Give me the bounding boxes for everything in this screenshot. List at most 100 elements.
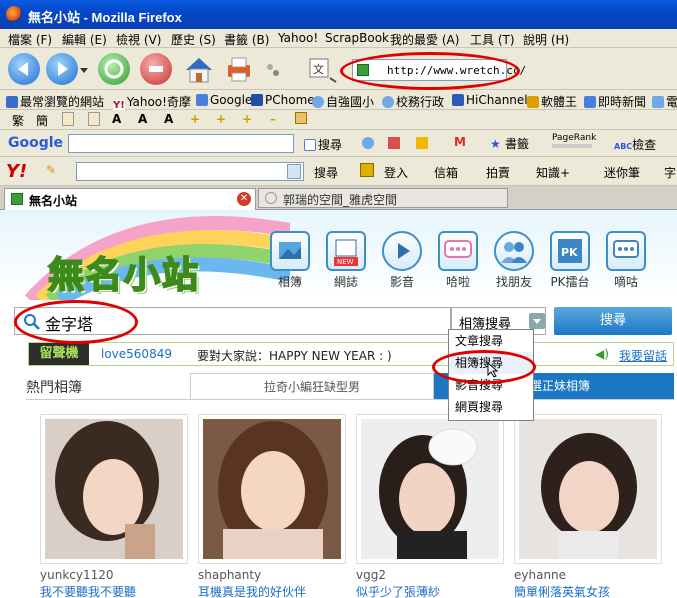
text-s-icon[interactable] (88, 112, 100, 126)
menu-bar: 檔案 (F) 編輯 (E) 檢視 (V) 歷史 (S) 書籤 (B) Yahoo… (0, 29, 677, 48)
tab-hot-guys[interactable]: 拉奇小編狂缺型男 (190, 373, 434, 399)
bookmark-school[interactable]: 自強國小 (312, 93, 374, 110)
site-logo[interactable]: 無名小站 (47, 246, 200, 298)
text-tools-toolbar: 繁 簡 A A A + + + – (0, 110, 677, 130)
bookmark-most-visited[interactable]: 最常瀏覽的網站 (6, 93, 104, 110)
google-logo[interactable]: Google (8, 135, 63, 151)
album-thumbnail[interactable] (514, 414, 662, 564)
option-web[interactable]: 網頁搜尋 (449, 396, 533, 418)
forward-button[interactable] (46, 53, 78, 85)
nav-album[interactable]: 相簿 (265, 231, 315, 290)
bookmark-google[interactable]: Google (196, 93, 252, 107)
throbber-icon (266, 63, 280, 77)
zoom-out-icon[interactable]: – (270, 112, 276, 126)
bookmark-admin[interactable]: 校務行政 (382, 93, 444, 110)
close-tab-icon[interactable]: ✕ (237, 192, 251, 206)
zoom-in-icon[interactable]: + (190, 112, 200, 126)
yahoo-login-button[interactable]: 登入 (384, 164, 408, 181)
menu-favorites[interactable]: 我的最愛 (A) (390, 31, 459, 48)
album-thumbnail[interactable] (356, 414, 504, 564)
shout-user-link[interactable]: love560849 (101, 347, 172, 361)
pk-arena-icon: PK (550, 231, 590, 271)
shout-message: 要對大家說：HAPPY NEW YEAR : ) (197, 349, 392, 363)
menu-help[interactable]: 說明 (H) (523, 31, 569, 48)
print-button[interactable] (222, 53, 256, 85)
trad-chinese-button[interactable]: 繁 (12, 112, 24, 129)
nav-chat[interactable]: 哈啦 (433, 231, 483, 290)
album-thumbnail[interactable] (40, 414, 188, 564)
album-card[interactable]: shaphanty 耳機真是我的好伙伴 (198, 414, 346, 598)
leave-message-link[interactable]: 我要留話 (619, 347, 667, 364)
text-t-icon[interactable] (62, 112, 74, 126)
nav-pk-arena[interactable]: PK PK擂台 (545, 231, 595, 290)
bookmark-hichannel[interactable]: HiChannel (452, 93, 528, 107)
history-dropdown-icon[interactable] (80, 68, 88, 73)
reload-button[interactable] (98, 53, 130, 85)
simp-chinese-button[interactable]: 簡 (36, 112, 48, 129)
font-smaller-icon[interactable]: A (138, 112, 147, 126)
google-search-input[interactable] (68, 134, 294, 153)
spellcheck-button[interactable]: ABC檢查 (614, 136, 656, 153)
search-input[interactable]: 金字塔 (14, 307, 451, 335)
portrait-photo (361, 419, 499, 559)
bookmark-pchome[interactable]: PChome (251, 93, 315, 107)
google-search-button[interactable]: 搜尋 (304, 136, 342, 153)
nav-video[interactable]: 影音 (377, 231, 427, 290)
yahoo-logo-icon[interactable]: Y! (6, 161, 27, 182)
google-news-icon[interactable] (362, 137, 374, 149)
menu-tools[interactable]: 工具 (T) (470, 31, 515, 48)
yahoo-knowledge-button[interactable]: 知識+ (536, 164, 570, 181)
nav-find-friends[interactable]: 找朋友 (489, 231, 539, 290)
menu-file[interactable]: 檔案 (F) (8, 31, 52, 48)
eraser-icon[interactable] (295, 112, 307, 124)
google-bookmarks-button[interactable]: ★ 書籤 (490, 135, 529, 152)
home-button[interactable] (182, 53, 216, 85)
speaker-icon: ◀) (595, 347, 609, 361)
menu-edit[interactable]: 編輯 (E) (62, 31, 107, 48)
option-article[interactable]: 文章搜尋 (449, 330, 533, 352)
translate-button[interactable]: 文 (306, 56, 338, 84)
yahoo-search-input[interactable] (76, 162, 304, 181)
reload-icon (104, 59, 124, 79)
address-url: http://www.wretch.cc/ (387, 64, 527, 77)
portrait-photo (203, 419, 341, 559)
tab-yahoo-space[interactable]: 郭瑞的空間_雅虎空間 (258, 188, 508, 208)
chevron-down-icon[interactable] (287, 164, 301, 179)
yahoo-shield-icon[interactable] (360, 163, 374, 177)
font-larger-icon[interactable]: A (112, 112, 121, 126)
nav-murmur[interactable]: 嘀咕 (601, 231, 651, 290)
yahoo-pencil-icon[interactable]: ✎ (46, 163, 56, 177)
yahoo-auction-button[interactable]: 拍賣 (486, 164, 510, 181)
chevron-down-icon[interactable] (529, 313, 545, 329)
gmail-icon[interactable]: M (454, 135, 466, 149)
nav-blog[interactable]: NEW 網誌 (321, 231, 371, 290)
address-bar[interactable]: http://www.wretch.cc/ (352, 59, 526, 81)
yahoo-dict-button[interactable]: 字 (664, 164, 676, 181)
zoom-in-s-icon[interactable]: + (242, 112, 252, 126)
menu-scrapbook[interactable]: ScrapBook (325, 31, 389, 45)
menu-bookmarks[interactable]: 書籤 (B) (224, 31, 269, 48)
album-thumbnail[interactable] (198, 414, 346, 564)
bookmark-software[interactable]: 軟體王 (527, 93, 577, 110)
yahoo-mail-button[interactable]: 信箱 (434, 164, 458, 181)
tab-wretch[interactable]: 無名小站 ✕ (4, 188, 256, 210)
font-reset-icon[interactable]: A (164, 112, 173, 126)
album-card[interactable]: vgg2 似乎少了張薄紗 (356, 414, 504, 598)
yahoo-search-button[interactable]: 搜尋 (314, 164, 338, 181)
menu-history[interactable]: 歷史 (S) (171, 31, 216, 48)
menu-yahoo[interactable]: Yahoo! (278, 31, 318, 45)
back-button[interactable] (8, 53, 40, 85)
stop-button[interactable] (140, 53, 172, 85)
search-query: 金字塔 (45, 315, 94, 334)
zoom-in-t-icon[interactable]: + (216, 112, 226, 126)
google-block-icon[interactable] (388, 137, 400, 149)
yahoo-blog-button[interactable]: 迷你筆 (604, 164, 640, 181)
album-card[interactable]: eyhanne 簡單俐落英氣女孩 (514, 414, 662, 598)
google-autofill-icon[interactable] (416, 137, 428, 149)
bookmark-news[interactable]: 即時新聞 (584, 93, 646, 110)
svg-text:PK: PK (561, 246, 578, 259)
bookmark-more[interactable]: 電 (652, 93, 677, 110)
search-button[interactable]: 搜尋 (554, 307, 672, 335)
menu-view[interactable]: 檢視 (V) (116, 31, 161, 48)
album-card[interactable]: yunkcy1120 我不要聽我不要聽 (40, 414, 188, 598)
